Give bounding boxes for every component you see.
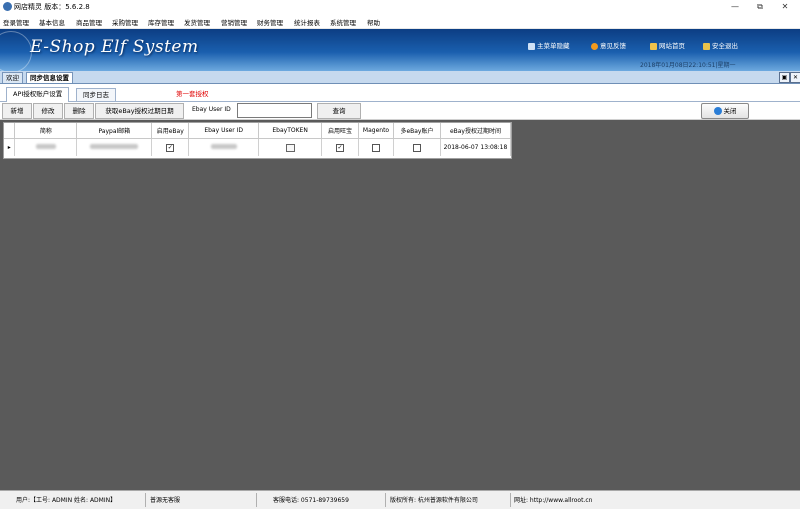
close-circle-icon <box>713 107 722 115</box>
menu-shipping[interactable]: 发货管理 <box>184 17 210 27</box>
page-title: 第一套授权 <box>176 90 209 98</box>
col-magento[interactable]: Magento <box>358 123 394 139</box>
menu-system[interactable]: 系统管理 <box>330 17 356 27</box>
lock-icon <box>703 42 710 50</box>
status-copyright: 版权所有: 杭州普源软件有限公司 <box>390 497 478 504</box>
status-phone: 客服电话: 0571-89739659 <box>273 497 349 504</box>
ebay-user-id-label: Ebay User ID <box>192 106 231 113</box>
cell-paypal-email <box>76 138 153 156</box>
divider <box>385 493 386 507</box>
menu-basic-info[interactable]: 基本信息 <box>39 17 65 27</box>
app-logo: E-Shop Elf System <box>30 37 199 57</box>
hide-menu-link[interactable]: 主菜单隐藏 <box>528 40 570 50</box>
magento-checkbox[interactable] <box>372 143 380 152</box>
close-tab-icon[interactable]: ✕ <box>790 72 800 83</box>
status-website[interactable]: 网址: http://www.allroot.cn <box>514 495 592 504</box>
minimize-button[interactable]: — <box>725 1 745 13</box>
menu-inventory[interactable]: 库存管理 <box>148 17 174 27</box>
cell-magento <box>358 138 394 156</box>
datetime-display: 2018年01月08日22:10:51|星期一 <box>640 62 736 69</box>
menu-marketing[interactable]: 营销管理 <box>221 17 247 27</box>
ebay-user-id-input[interactable] <box>237 103 312 118</box>
menu-icon <box>528 42 535 50</box>
enable-ebay-checkbox[interactable]: ✓ <box>166 143 175 152</box>
feedback-link[interactable]: 意见反馈 <box>591 40 626 50</box>
tab-sync-log[interactable]: 同步日志 <box>76 88 116 101</box>
cell-enable-ebay: ✓ <box>151 138 190 156</box>
col-alias[interactable]: 简称 <box>14 123 78 139</box>
empty-workspace <box>0 160 800 488</box>
row-selector-icon[interactable]: ▸ <box>4 138 16 156</box>
menu-finance[interactable]: 财务管理 <box>257 17 283 27</box>
status-company: 普源无客服 <box>150 497 181 504</box>
row-header-corner <box>4 123 16 139</box>
toolbar: 新增 修改 删除 获取eBay授权过期日期 Ebay User ID 查询 关闭 <box>0 102 800 120</box>
decoration-swirl <box>0 31 32 71</box>
col-enable-ebay[interactable]: 启用eBay <box>151 123 190 139</box>
menu-bar: 登录管理 基本信息 商品管理 采购管理 库存管理 发货管理 营销管理 财务管理 … <box>0 14 800 29</box>
col-ebay-user-id[interactable]: Ebay User ID <box>188 123 260 139</box>
col-enable-wangbao[interactable]: 启用旺宝 <box>321 123 360 139</box>
menu-purchase[interactable]: 采购管理 <box>112 17 138 27</box>
table-header: 简称 Paypal邮箱 启用eBay Ebay User ID EbayTOKE… <box>4 123 512 139</box>
menu-goods[interactable]: 商品管理 <box>76 17 102 27</box>
accounts-grid: 简称 Paypal邮箱 启用eBay Ebay User ID EbayTOKE… <box>3 122 512 159</box>
redacted-text <box>35 144 56 149</box>
menu-help[interactable]: 帮助 <box>367 17 380 27</box>
document-icon[interactable] <box>285 143 295 152</box>
outer-tab-bar: 欢迎 同步信息设置 ▣ ✕ <box>0 71 800 84</box>
restore-icon[interactable]: ▣ <box>779 72 790 83</box>
logout-link[interactable]: 安全退出 <box>703 40 738 50</box>
menu-reports[interactable]: 统计报表 <box>294 17 320 27</box>
close-button[interactable]: 关闭 <box>701 103 749 119</box>
divider <box>256 493 257 507</box>
tab-api-auth[interactable]: API授权账户设置 <box>6 87 70 102</box>
enable-wangbao-checkbox[interactable]: ✓ <box>336 143 345 152</box>
tab-welcome[interactable]: 欢迎 <box>2 72 23 83</box>
col-paypal-email[interactable]: Paypal邮箱 <box>76 123 153 139</box>
home-icon <box>650 42 657 50</box>
col-multi-ebay[interactable]: 多eBay账户 <box>393 123 441 139</box>
multi-ebay-checkbox[interactable] <box>412 143 421 152</box>
feedback-icon <box>591 42 598 50</box>
inner-tab-bar: API授权账户设置 同步日志 第一套授权 <box>0 84 800 102</box>
accounts-table: 简称 Paypal邮箱 启用eBay Ebay User ID EbayTOKE… <box>4 123 512 156</box>
cell-ebay-token <box>258 138 323 156</box>
divider <box>145 493 146 507</box>
cell-expiry: 2018-06-07 13:08:18 <box>440 138 512 156</box>
fetch-expiry-button[interactable]: 获取eBay授权过期日期 <box>95 103 184 119</box>
status-bar: 用户:【工号: ADMIN 姓名: ADMIN】 普源无客服 客服电话: 057… <box>0 490 800 509</box>
header-banner: E-Shop Elf System 主菜单隐藏 意见反馈 网站首页 安全退出 2… <box>0 29 800 71</box>
redacted-text <box>90 144 139 149</box>
tab-sync-settings[interactable]: 同步信息设置 <box>26 72 73 83</box>
add-button[interactable]: 新增 <box>2 103 32 119</box>
edit-button[interactable]: 修改 <box>33 103 63 119</box>
redacted-text <box>210 144 237 149</box>
menu-login[interactable]: 登录管理 <box>3 17 29 27</box>
divider <box>510 493 511 507</box>
cell-enable-wangbao: ✓ <box>321 138 360 156</box>
col-ebay-token[interactable]: EbayTOKEN <box>258 123 323 139</box>
close-window-button[interactable]: ✕ <box>775 1 795 13</box>
cell-alias <box>14 138 78 156</box>
status-user: 用户:【工号: ADMIN 姓名: ADMIN】 <box>16 497 117 504</box>
window-title: 网店精灵 版本：5.6.2.8 <box>14 3 90 11</box>
title-bar: 网店精灵 版本：5.6.2.8 — ⧉ ✕ <box>0 0 800 14</box>
app-icon <box>3 2 12 11</box>
col-expiry[interactable]: eBay授权过期时间 <box>440 123 512 139</box>
table-row[interactable]: ▸ ✓ ✓ 2018-06-07 13:08:18 <box>4 138 512 156</box>
maximize-button[interactable]: ⧉ <box>750 1 770 13</box>
query-button[interactable]: 查询 <box>317 103 361 119</box>
cell-ebay-user-id <box>188 138 260 156</box>
home-link[interactable]: 网站首页 <box>650 40 685 50</box>
cell-multi-ebay <box>393 138 441 156</box>
delete-button[interactable]: 删除 <box>64 103 94 119</box>
